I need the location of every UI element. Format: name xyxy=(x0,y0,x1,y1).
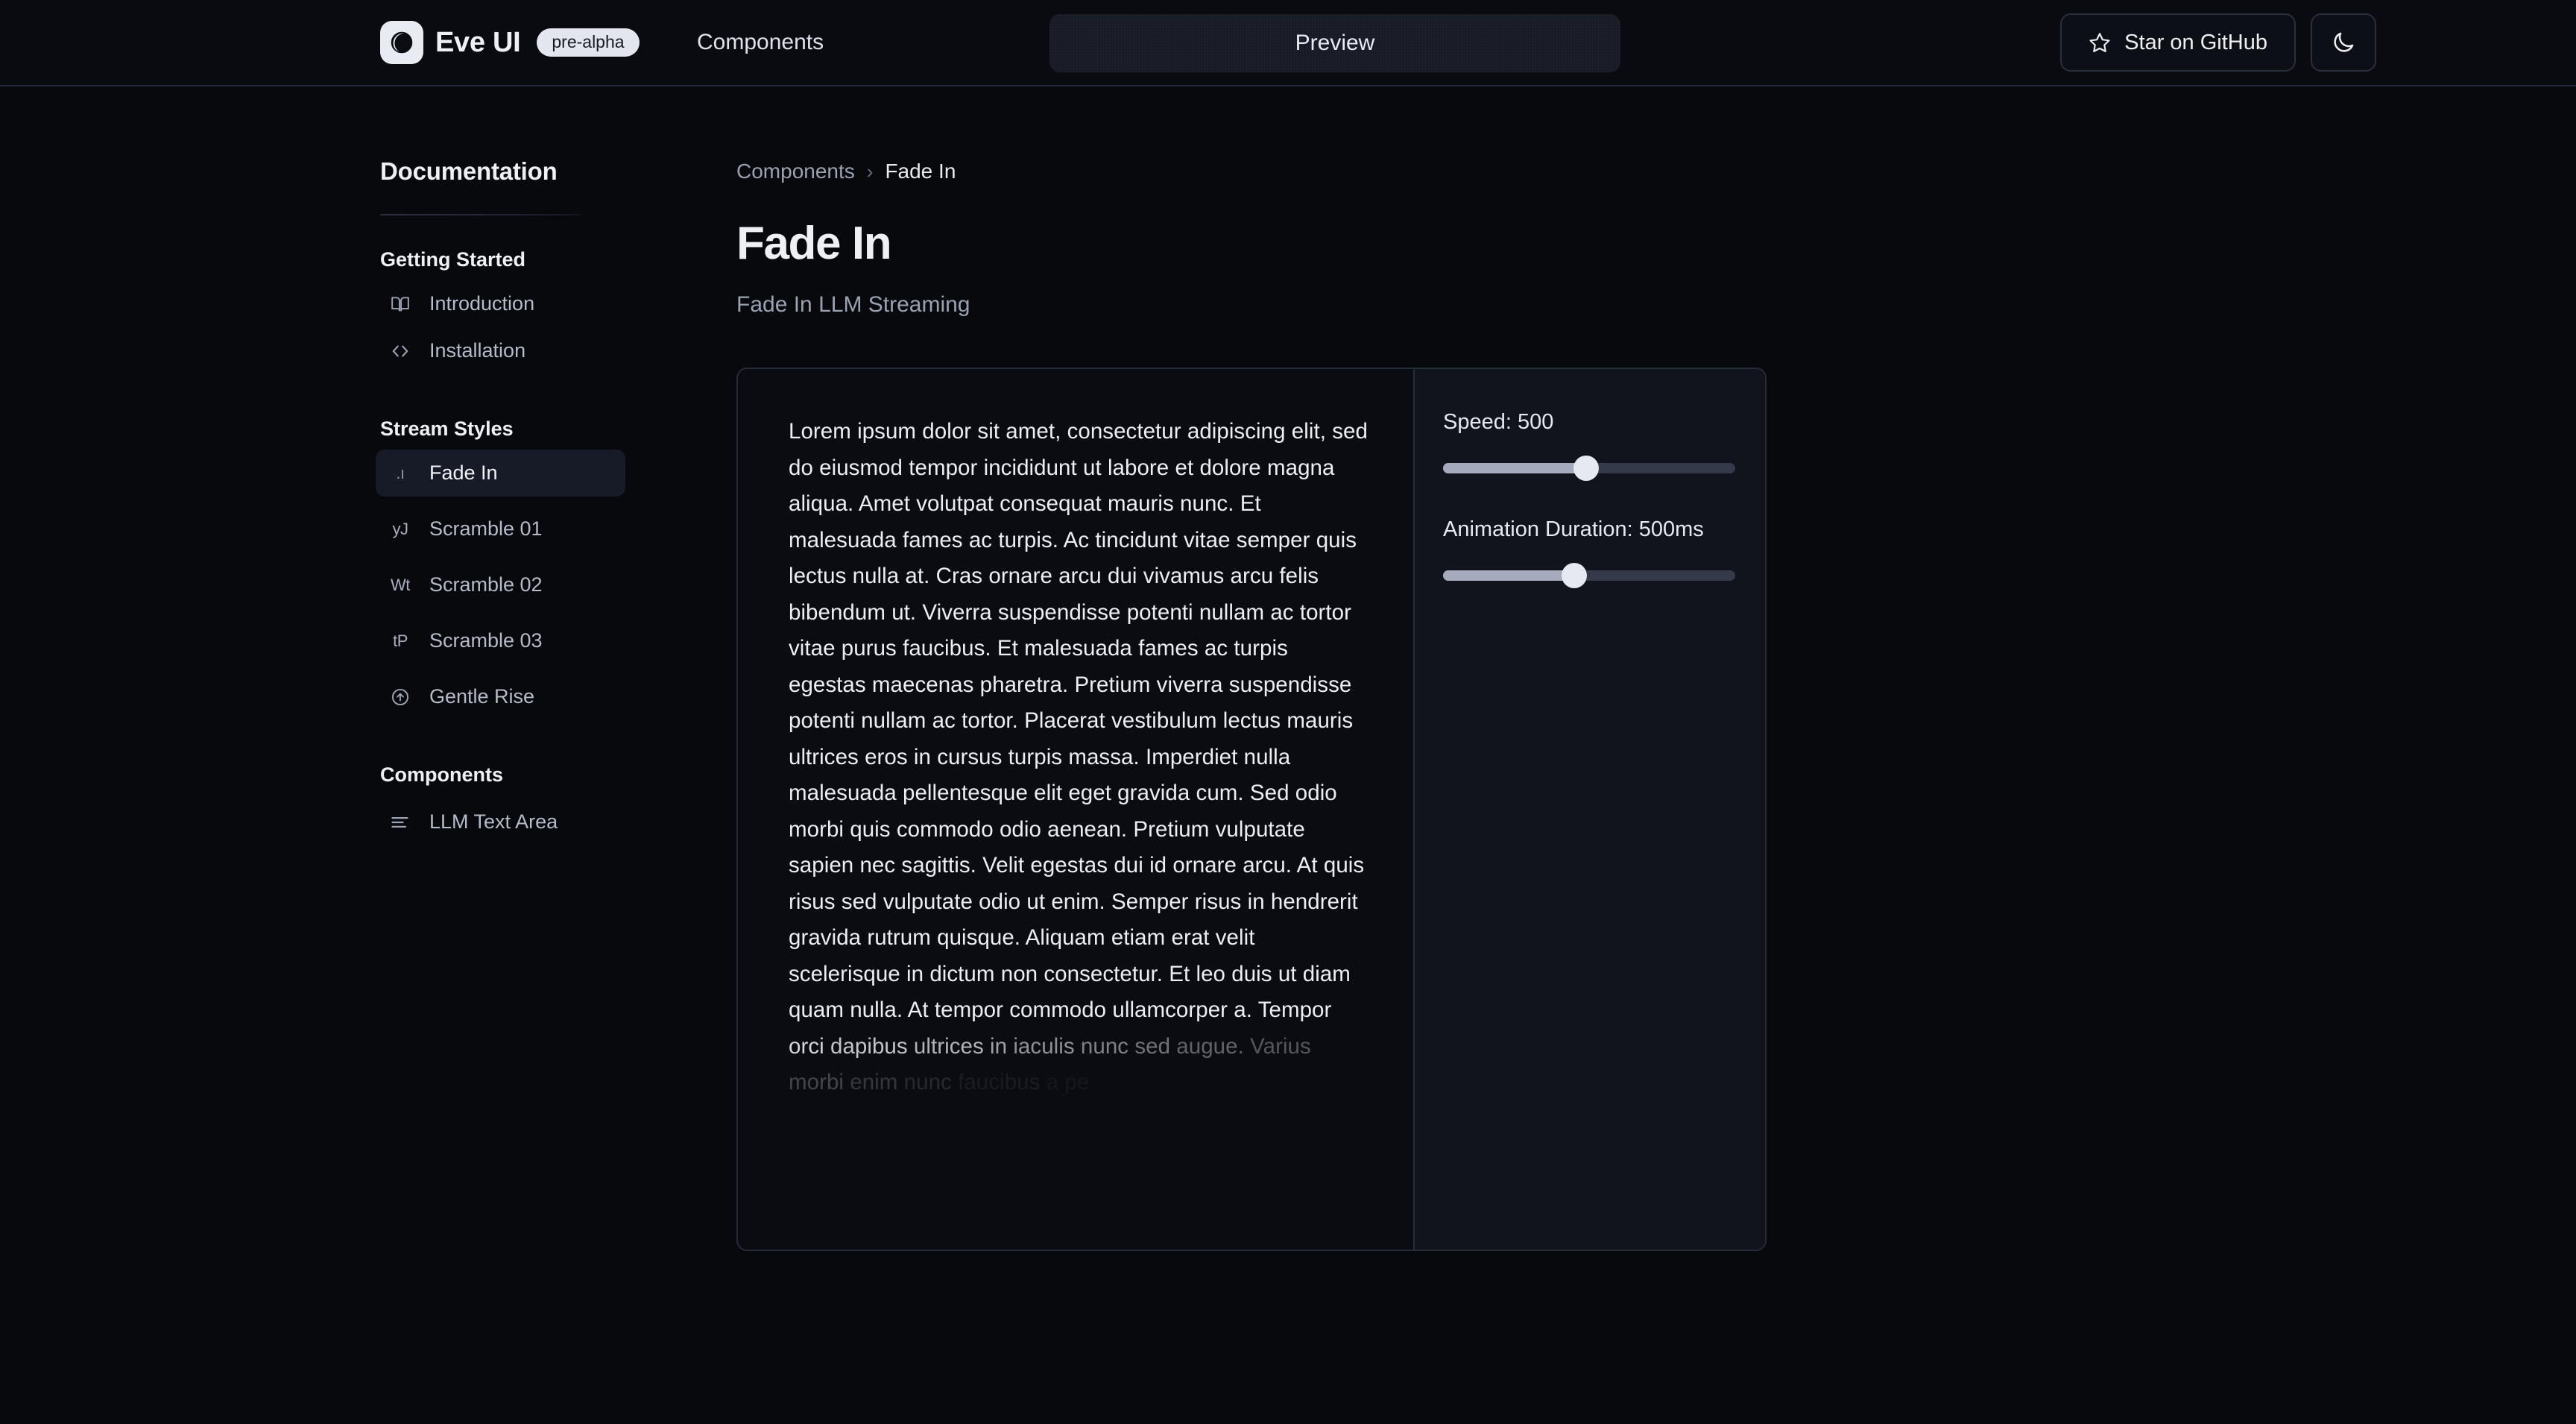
sidebar-item-scramble-01[interactable]: yJ Scramble 01 xyxy=(376,505,625,552)
breadcrumb-current: Fade In xyxy=(885,160,956,183)
brand[interactable]: Eve UI pre-alpha xyxy=(380,21,640,64)
animation-duration-label: Animation Duration: 500ms xyxy=(1443,517,1704,541)
fade-in-icon: .ı xyxy=(396,463,405,482)
slider-fill xyxy=(1443,570,1575,581)
sidebar-item-label: Scramble 02 xyxy=(429,573,543,596)
main-content: Components › Fade In Fade In Fade In LLM… xyxy=(736,86,1767,1251)
header-actions: Star on GitHub xyxy=(2060,13,2376,72)
sidebar-title: Documentation xyxy=(380,157,558,185)
nav-components[interactable]: Components xyxy=(697,30,824,55)
sidebar-item-llm-text-area[interactable]: LLM Text Area xyxy=(376,798,625,845)
app-root: Eve UI pre-alpha Components Preview Star… xyxy=(0,0,2576,1424)
arrow-up-circle-icon xyxy=(388,687,413,707)
animation-duration-control: Animation Duration: 500ms xyxy=(1443,512,1735,588)
controls-pane: Speed: 500 Animation Duration: 500ms xyxy=(1415,369,1765,1250)
top-header: Eve UI pre-alpha Components Preview Star… xyxy=(0,0,2576,86)
slider-thumb[interactable] xyxy=(1573,456,1600,481)
sidebar-item-label: Introduction xyxy=(429,292,535,315)
speed-slider[interactable] xyxy=(1443,456,1735,481)
brand-name: Eve UI xyxy=(435,26,521,58)
page-title: Fade In xyxy=(736,218,892,269)
sidebar-item-gentle-rise[interactable]: Gentle Rise xyxy=(376,673,625,720)
section-title-components: Components xyxy=(380,763,503,786)
sidebar-item-label: Scramble 01 xyxy=(429,517,543,540)
sidebar-item-label: Scramble 03 xyxy=(429,629,543,652)
code-brackets-icon xyxy=(388,341,413,361)
section-title-getting-started: Getting Started xyxy=(380,248,526,271)
moon-icon xyxy=(2334,32,2354,52)
sidebar-section-components: Components LLM Text Area xyxy=(380,763,663,845)
sidebar-divider xyxy=(380,214,581,215)
star-icon xyxy=(2089,33,2110,52)
sidebar-section-getting-started: Getting Started Introduction Installatio… xyxy=(380,248,663,374)
star-on-github-button[interactable]: Star on GitHub xyxy=(2060,13,2296,72)
sidebar-section-stream-styles: Stream Styles .ı Fade In yJ Scramble 01 … xyxy=(376,418,663,720)
sidebar-item-fade-in[interactable]: .ı Fade In xyxy=(376,450,625,497)
theme-toggle-button[interactable] xyxy=(2311,13,2376,72)
scramble-03-icon: tP xyxy=(393,631,408,650)
text-lines-icon xyxy=(388,812,413,833)
animation-duration-slider[interactable] xyxy=(1443,563,1735,588)
scramble-01-icon: yJ xyxy=(392,519,409,538)
breadcrumb: Components › Fade In xyxy=(736,86,1767,183)
book-open-icon xyxy=(388,294,413,314)
chevron-right-icon: › xyxy=(866,160,874,183)
stream-text: Lorem ipsum dolor sit amet, consectetur … xyxy=(789,414,1368,1101)
sidebar-item-scramble-03[interactable]: tP Scramble 03 xyxy=(376,617,625,664)
sidebar-item-label: Installation xyxy=(429,339,526,362)
preview-label: Preview xyxy=(1295,31,1375,55)
stream-text-pane: Lorem ipsum dolor sit amet, consectetur … xyxy=(738,369,1415,1250)
scramble-02-icon: Wt xyxy=(391,575,410,594)
moon-logo-icon xyxy=(380,21,423,64)
slider-fill xyxy=(1443,463,1587,473)
slider-thumb[interactable] xyxy=(1562,563,1588,588)
breadcrumb-parent[interactable]: Components xyxy=(736,160,855,183)
speed-label: Speed: 500 xyxy=(1443,410,1554,434)
demo-card: Lorem ipsum dolor sit amet, consectetur … xyxy=(736,368,1767,1251)
page-subtitle: Fade In LLM Streaming xyxy=(736,292,970,317)
section-title-stream-styles: Stream Styles xyxy=(380,418,514,440)
sidebar-item-label: Gentle Rise xyxy=(429,685,535,708)
stream-text-solid: Lorem ipsum dolor sit amet, consectetur … xyxy=(789,419,1368,1022)
sidebar-item-label: LLM Text Area xyxy=(429,810,558,833)
star-on-github-label: Star on GitHub xyxy=(2124,30,2267,54)
sidebar: Documentation Getting Started Introducti… xyxy=(376,86,663,845)
sidebar-item-installation[interactable]: Installation xyxy=(376,327,625,374)
sidebar-item-scramble-02[interactable]: Wt Scramble 02 xyxy=(376,561,625,608)
sidebar-item-introduction[interactable]: Introduction xyxy=(376,280,625,327)
preview-tab[interactable]: Preview xyxy=(1049,14,1620,72)
sidebar-item-label: Fade In xyxy=(429,461,498,484)
status-badge: pre-alpha xyxy=(537,28,640,57)
speed-control: Speed: 500 xyxy=(1443,405,1735,481)
